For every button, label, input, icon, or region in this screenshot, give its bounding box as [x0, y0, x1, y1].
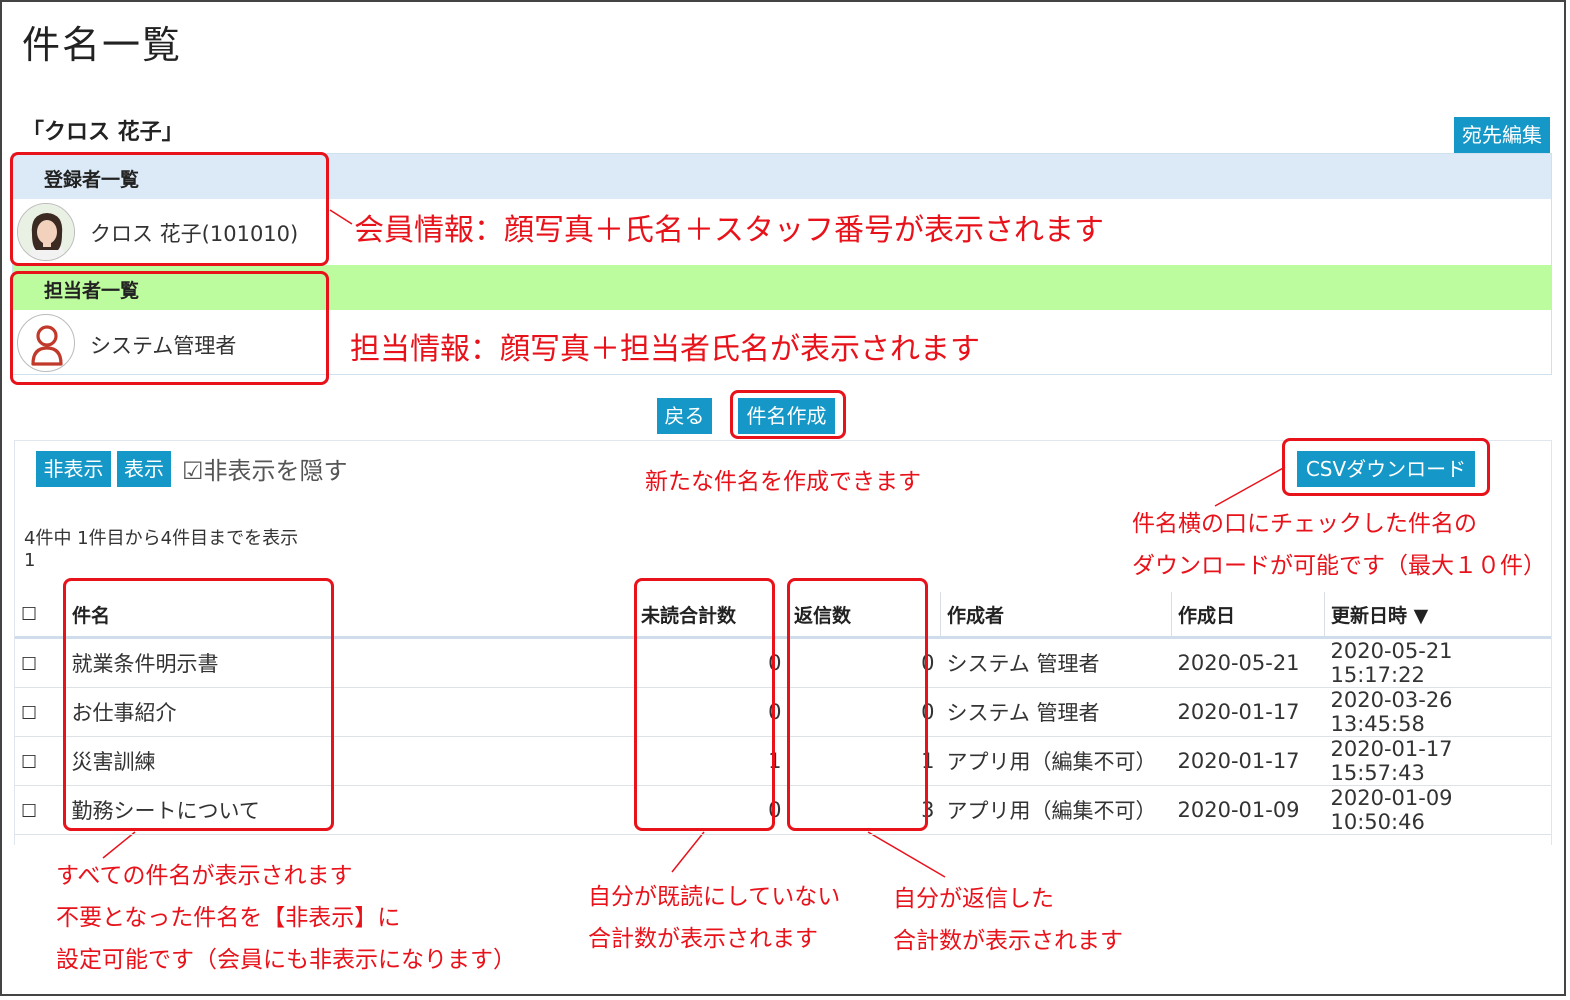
- row-checkbox-icon[interactable]: ☐: [21, 801, 37, 822]
- back-button[interactable]: 戻る: [657, 398, 712, 434]
- unread-column-highlight: [634, 578, 775, 831]
- select-all-checkbox-icon[interactable]: ☐: [21, 604, 37, 625]
- updated-cell: 2020-03-26 13:45:58: [1324, 687, 1551, 737]
- csv-annotation-line2: ダウンロードが可能です（最大１０件）: [1132, 553, 1546, 579]
- hide-button[interactable]: 非表示: [36, 451, 111, 487]
- column-header-updated[interactable]: 更新日時 ▼: [1324, 592, 1551, 639]
- creator-cell: システム 管理者: [940, 687, 1172, 737]
- show-button[interactable]: 表示: [117, 451, 171, 487]
- subject-annotation-line3: 設定可能です（会員にも非表示になります）: [56, 947, 516, 973]
- csv-annotation-line1: 件名横の口にチェックした件名の: [1132, 511, 1477, 537]
- subject-column-highlight: [63, 578, 334, 831]
- updated-cell: 2020-01-09 10:50:46: [1324, 785, 1551, 835]
- created-cell: 2020-01-17: [1171, 687, 1325, 737]
- hide-hidden-toggle[interactable]: ☑非表示を隠す: [182, 451, 348, 486]
- column-header-creator[interactable]: 作成者: [940, 592, 1172, 639]
- created-cell: 2020-05-21: [1171, 637, 1325, 688]
- record-count-text: 4件中 1件目から4件目までを表示: [24, 528, 299, 549]
- assignee-info-annotation: 担当情報：顔写真＋担当者氏名が表示されます: [350, 332, 980, 367]
- updated-cell: 2020-05-21 15:17:22: [1324, 637, 1551, 688]
- creator-cell: アプリ用（編集不可）: [940, 736, 1172, 786]
- updated-cell: 2020-01-17 15:57:43: [1324, 736, 1551, 786]
- created-cell: 2020-01-09: [1171, 785, 1325, 835]
- created-cell: 2020-01-17: [1171, 736, 1325, 786]
- unread-annotation-line1: 自分が既読にしていない: [588, 884, 841, 910]
- replies-annotation-line2: 合計数が表示されます: [893, 928, 1123, 954]
- creator-cell: システム 管理者: [940, 637, 1172, 688]
- row-checkbox-icon[interactable]: ☐: [21, 654, 37, 675]
- replies-column-highlight: [787, 578, 928, 831]
- creator-cell: アプリ用（編集不可）: [940, 785, 1172, 835]
- row-checkbox-icon[interactable]: ☐: [21, 703, 37, 724]
- replies-annotation-line1: 自分が返信した: [893, 886, 1054, 912]
- subject-annotation-line1: すべての件名が表示されます: [56, 863, 353, 889]
- create-subject-highlight: [730, 390, 846, 439]
- pagination-page[interactable]: 1: [24, 550, 35, 571]
- row-checkbox-icon[interactable]: ☐: [21, 752, 37, 773]
- csv-download-highlight: [1282, 438, 1490, 496]
- subject-annotation-line2: 不要となった件名を【非表示】に: [56, 905, 401, 931]
- column-header-created[interactable]: 作成日: [1171, 592, 1325, 639]
- member-info-annotation: 会員情報：顔写真＋氏名＋スタッフ番号が表示されます: [354, 213, 1104, 248]
- unread-annotation-line2: 合計数が表示されます: [588, 926, 818, 952]
